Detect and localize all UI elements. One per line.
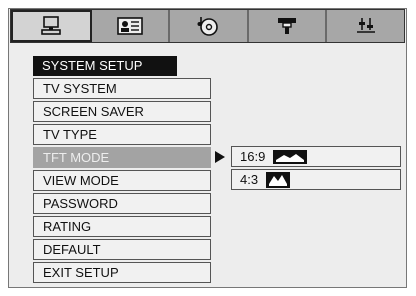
speaker-icon <box>278 18 297 34</box>
id-card-icon <box>117 17 143 35</box>
setup-menu: TV SYSTEM SCREEN SAVER TV TYPE TFT MODE … <box>33 78 211 285</box>
tab-system[interactable] <box>11 10 92 42</box>
tft-mode-submenu: 16:9 4:3 <box>231 146 401 192</box>
computer-icon <box>41 16 62 35</box>
option-4-3[interactable]: 4:3 <box>231 169 401 190</box>
menu-item-view-mode[interactable]: VIEW MODE <box>33 170 211 191</box>
menu-item-screen-saver[interactable]: SCREEN SAVER <box>33 101 211 122</box>
tab-language[interactable] <box>91 10 171 42</box>
tab-audio[interactable] <box>170 10 249 42</box>
option-16-9[interactable]: 16:9 <box>231 146 401 167</box>
option-label: 16:9 <box>240 149 266 164</box>
tab-equalizer[interactable] <box>327 10 404 42</box>
option-label: 4:3 <box>240 172 259 187</box>
menu-title: SYSTEM SETUP <box>33 56 177 76</box>
menu-item-exit-setup[interactable]: EXIT SETUP <box>33 262 211 283</box>
menu-item-tft-mode[interactable]: TFT MODE <box>33 147 211 168</box>
menu-item-rating[interactable]: RATING <box>33 216 211 237</box>
menu-item-password[interactable]: PASSWORD <box>33 193 211 214</box>
menu-item-default[interactable]: DEFAULT <box>33 239 211 260</box>
widescreen-aspect-icon <box>273 149 308 164</box>
menu-item-tv-type[interactable]: TV TYPE <box>33 124 211 145</box>
equalizer-icon <box>356 18 375 33</box>
standard-aspect-icon <box>266 171 291 188</box>
menu-item-tv-system[interactable]: TV SYSTEM <box>33 78 211 99</box>
tab-speaker[interactable] <box>248 10 328 42</box>
submenu-pointer-icon <box>215 151 225 163</box>
tab-bar <box>10 9 405 43</box>
disc-music-icon <box>197 17 219 36</box>
